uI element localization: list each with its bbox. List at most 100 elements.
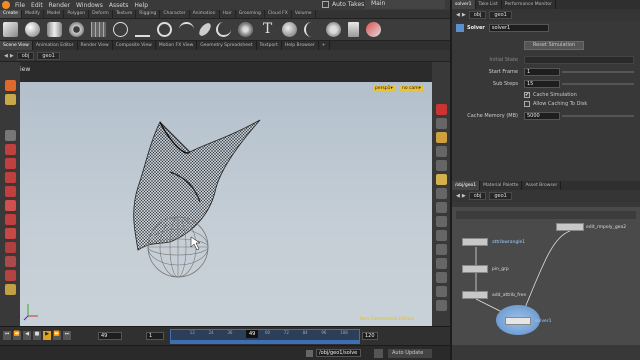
path-geo[interactable]: geo1: [37, 51, 60, 60]
menu-assets[interactable]: Assets: [109, 2, 129, 9]
circle-icon[interactable]: [157, 22, 172, 37]
step-forward-icon[interactable]: ⏩: [53, 331, 61, 340]
timeline-bar[interactable]: 1224364860728496108 49: [170, 329, 360, 344]
node-edit[interactable]: [556, 223, 584, 231]
tab-textport[interactable]: Textport: [257, 41, 282, 50]
handle-icon[interactable]: [4, 186, 16, 197]
auto-takes-checkbox[interactable]: [322, 1, 329, 8]
shelf-tab-deform[interactable]: Deform: [89, 10, 113, 18]
spray-paint-icon[interactable]: [238, 22, 253, 37]
stop-icon[interactable]: ■: [33, 331, 41, 340]
rotate-icon[interactable]: [4, 158, 16, 169]
shelf-tab-character[interactable]: Character: [160, 10, 190, 18]
node-pin[interactable]: [462, 265, 488, 273]
pointer-icon[interactable]: [4, 130, 16, 141]
start-frame-field[interactable]: 1: [146, 332, 164, 340]
tab-material-palette[interactable]: Material Palette: [480, 181, 523, 190]
torus-icon[interactable]: [69, 22, 84, 37]
persp-menu[interactable]: persp1▾: [373, 85, 395, 92]
start-frame-param[interactable]: 1: [524, 68, 560, 76]
jump-end-icon[interactable]: ⏭: [63, 331, 71, 340]
shelf-tab-create[interactable]: Create: [0, 10, 22, 18]
tab-composite-view[interactable]: Composite View: [113, 41, 156, 50]
shelf-tab-model[interactable]: Model: [44, 10, 65, 18]
tab-motion-fx-view[interactable]: Motion FX View: [156, 41, 198, 50]
tab-help-browser[interactable]: Help Browser: [282, 41, 319, 50]
current-frame-field[interactable]: 49: [98, 332, 122, 340]
shelf-tab-grooming[interactable]: Grooming: [236, 10, 265, 18]
tab-network[interactable]: /obj/geo1: [452, 181, 481, 190]
net-path-obj[interactable]: obj: [468, 192, 487, 200]
grid-display-icon[interactable]: [435, 160, 447, 171]
camera-icon[interactable]: [435, 174, 447, 185]
tab-animation-editor[interactable]: Animation Editor: [33, 41, 78, 50]
null-icon[interactable]: [113, 22, 128, 37]
wire-icon[interactable]: [435, 188, 447, 199]
display-icon[interactable]: [435, 104, 447, 115]
metaball-icon[interactable]: [326, 22, 341, 37]
net-path-geo[interactable]: geo1: [489, 192, 512, 200]
guide-icon[interactable]: [435, 230, 447, 241]
param-forward-icon[interactable]: ▶: [462, 12, 466, 18]
param-path-obj[interactable]: obj: [468, 11, 487, 19]
ghost-icon[interactable]: [435, 118, 447, 129]
paint-icon[interactable]: [4, 270, 16, 281]
brush-icon[interactable]: [4, 242, 16, 253]
settings-icon[interactable]: [435, 286, 447, 297]
shelf-tab-cloud-fx[interactable]: Cloud FX: [265, 10, 292, 18]
tab-render-view[interactable]: Render View: [78, 41, 113, 50]
move-icon[interactable]: [4, 144, 16, 155]
tab-take-list[interactable]: Take List: [476, 0, 502, 9]
play-reverse-icon[interactable]: ◀: [23, 331, 31, 340]
render-icon[interactable]: [435, 272, 447, 283]
tab-solver[interactable]: solver1: [452, 0, 476, 9]
step-back-icon[interactable]: ⏪: [13, 331, 21, 340]
view-tool-icon[interactable]: [4, 94, 16, 105]
select-icon[interactable]: [4, 80, 16, 91]
add-tab-button[interactable]: +: [319, 41, 330, 50]
net-forward-icon[interactable]: ▶: [462, 193, 466, 199]
lighting-icon[interactable]: [435, 132, 447, 143]
tool-icon[interactable]: [4, 256, 16, 267]
shelf-tab-rigging[interactable]: Rigging: [136, 10, 161, 18]
shelf-tab-volume[interactable]: Volume: [292, 10, 316, 18]
grid-icon[interactable]: [91, 22, 106, 37]
cache-memory-slider[interactable]: [562, 115, 634, 117]
camera-menu[interactable]: no cam▾: [400, 85, 423, 92]
forward-icon[interactable]: ▶: [10, 53, 14, 59]
file-icon[interactable]: [348, 22, 359, 37]
back-icon[interactable]: ◀: [4, 53, 8, 59]
path-obj[interactable]: obj: [16, 51, 35, 60]
update-mode-icon[interactable]: [374, 349, 383, 358]
playhead[interactable]: 49: [246, 330, 259, 338]
node-add-attrib[interactable]: [462, 291, 488, 299]
shelf-tab-texture[interactable]: Texture: [113, 10, 137, 18]
node-solver[interactable]: [505, 317, 531, 325]
line-icon[interactable]: [135, 22, 150, 37]
net-back-icon[interactable]: ◀: [456, 193, 460, 199]
pose-icon[interactable]: [4, 200, 16, 211]
auto-update-menu[interactable]: Auto Update: [388, 349, 432, 358]
flipbook-icon[interactable]: [435, 258, 447, 269]
menu-edit[interactable]: Edit: [31, 2, 43, 9]
shelf-tab-animation[interactable]: Animation: [190, 10, 220, 18]
shelf-tab-hair[interactable]: Hair: [220, 10, 236, 18]
magnet-icon[interactable]: [4, 228, 16, 239]
l-system-icon[interactable]: [304, 22, 319, 37]
reset-simulation-button[interactable]: Reset Simulation: [524, 41, 584, 50]
shelf-tab-polygon[interactable]: Polygon: [64, 10, 90, 18]
allow-caching-checkbox[interactable]: [524, 101, 530, 107]
tab-scene-view[interactable]: Scene View: [0, 41, 33, 50]
end-frame-field[interactable]: 120: [362, 332, 378, 340]
start-frame-slider[interactable]: [562, 71, 634, 73]
cache-memory-param[interactable]: 5000: [524, 112, 560, 120]
text-icon[interactable]: T: [260, 22, 275, 37]
spray-can-icon[interactable]: [366, 22, 381, 37]
menu-help[interactable]: Help: [134, 2, 148, 9]
stats-icon[interactable]: [435, 300, 447, 311]
platonic-icon[interactable]: [282, 22, 297, 37]
menu-render[interactable]: Render: [49, 2, 70, 9]
param-back-icon[interactable]: ◀: [456, 12, 460, 18]
render-region-icon[interactable]: [4, 284, 16, 295]
shelf-tab-modify[interactable]: Modify: [22, 10, 44, 18]
